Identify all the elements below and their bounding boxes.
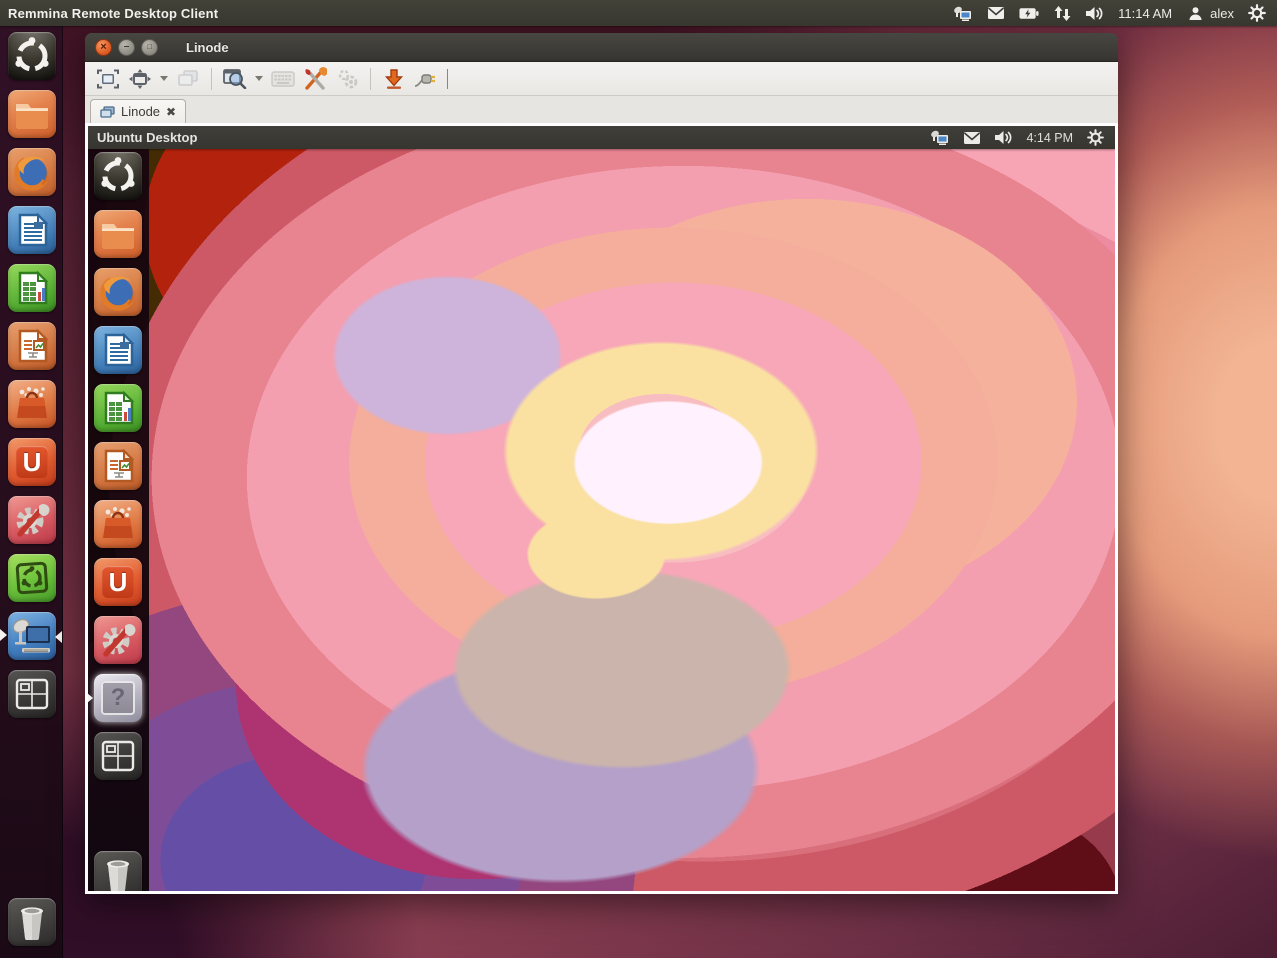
window-maximize-button[interactable]: □	[141, 39, 158, 56]
scaled-mode-dropdown[interactable]	[252, 65, 266, 93]
screen: Remmina Remote Desktop Client	[0, 0, 1277, 958]
host-top-panel: Remmina Remote Desktop Client	[0, 0, 1277, 26]
mail-indicator-icon[interactable]	[962, 129, 982, 146]
volume-indicator-icon[interactable]	[994, 129, 1014, 146]
window-close-button[interactable]: ×	[95, 39, 112, 56]
toolbar-separator	[370, 68, 371, 90]
launcher-item-ubuntu-dash[interactable]	[8, 32, 56, 80]
tab-linode[interactable]: Linode ✖	[90, 99, 186, 123]
minimize-icon: –	[124, 42, 130, 52]
remote-launcher-item-ubuntu-one[interactable]: U	[94, 558, 142, 606]
launcher-item-ubuntu-software-center[interactable]	[8, 380, 56, 428]
launcher-item-firefox[interactable]	[8, 148, 56, 196]
mail-indicator-icon[interactable]	[986, 5, 1006, 22]
launcher-item-remmina[interactable]	[8, 612, 56, 660]
remote-launcher-item-home-folder[interactable]	[94, 210, 142, 258]
fit-window-dropdown[interactable]	[157, 65, 171, 93]
toolbar-separator	[211, 68, 212, 90]
ubuntu-one-icon: U	[16, 446, 48, 478]
launcher-item-home-folder[interactable]	[8, 90, 56, 138]
launcher-item-workspace-switcher[interactable]	[8, 670, 56, 718]
remmina-toolbar	[85, 62, 1118, 96]
remote-launcher-item-trash[interactable]	[94, 851, 142, 891]
remote-clock[interactable]: 4:14 PM	[1026, 131, 1073, 145]
remote-launcher-item-firefox[interactable]	[94, 268, 142, 316]
remote-unity-launcher: U ?	[88, 149, 149, 891]
launcher-item-ubuntu-software[interactable]	[8, 554, 56, 602]
settings-button	[332, 65, 362, 93]
window-titlebar[interactable]: × – □ Linode	[85, 33, 1118, 62]
battery-indicator-icon[interactable]	[1019, 5, 1039, 22]
tab-label: Linode	[121, 104, 160, 119]
remote-indicator-tray: 4:14 PM	[930, 129, 1115, 146]
switch-tab-button	[173, 65, 203, 93]
remote-desktop[interactable]: Ubuntu Desktop	[88, 126, 1115, 891]
window-minimize-button[interactable]: –	[118, 39, 135, 56]
fullscreen-button[interactable]	[93, 65, 123, 93]
ubuntu-one-icon: U	[102, 566, 134, 598]
remote-launcher-item-libreoffice-calc[interactable]	[94, 384, 142, 432]
remote-launcher-item-unknown-application[interactable]: ?	[94, 674, 142, 722]
disconnect-button[interactable]	[411, 65, 441, 93]
active-app-title: Remmina Remote Desktop Client	[0, 6, 218, 21]
remote-launcher-item-libreoffice-writer[interactable]	[94, 326, 142, 374]
toolbar-end-separator	[447, 69, 448, 89]
tab-close-icon[interactable]: ✖	[166, 106, 176, 118]
remote-launcher-item-libreoffice-impress[interactable]	[94, 442, 142, 490]
minimize-to-tray-button[interactable]	[379, 65, 409, 93]
launcher-item-libreoffice-writer[interactable]	[8, 206, 56, 254]
remote-session-viewport[interactable]: Ubuntu Desktop	[85, 123, 1118, 894]
focused-window-arrow	[88, 692, 93, 704]
launcher-item-system-settings[interactable]	[8, 496, 56, 544]
host-indicator-tray: 11:14 AM alex	[953, 5, 1277, 22]
user-menu[interactable]: alex	[1185, 5, 1234, 22]
launcher-item-libreoffice-impress[interactable]	[8, 322, 56, 370]
tools-button[interactable]	[300, 65, 330, 93]
session-gear-icon[interactable]	[1085, 129, 1105, 146]
running-indicator-arrow	[0, 629, 7, 641]
remote-launcher-item-workspace-switcher[interactable]	[94, 732, 142, 780]
tab-window-icon	[100, 106, 115, 118]
remote-wallpaper[interactable]	[88, 126, 1115, 891]
maximize-icon: □	[147, 43, 152, 51]
tab-bar: Linode ✖	[85, 96, 1118, 123]
username: alex	[1210, 6, 1234, 21]
remote-launcher-item-ubuntu-dash[interactable]	[94, 152, 142, 200]
launcher-item-trash[interactable]	[8, 898, 56, 946]
remmina-window: × – □ Linode	[85, 33, 1118, 894]
user-icon	[1185, 5, 1205, 22]
launcher-item-ubuntu-one[interactable]: U	[8, 438, 56, 486]
fit-window-button[interactable]	[125, 65, 155, 93]
host-clock[interactable]: 11:14 AM	[1118, 6, 1172, 21]
remote-desktop-indicator-icon[interactable]	[930, 129, 950, 146]
launcher-item-libreoffice-calc[interactable]	[8, 264, 56, 312]
scaled-mode-button[interactable]	[220, 65, 250, 93]
remote-panel-title: Ubuntu Desktop	[88, 130, 197, 145]
volume-indicator-icon[interactable]	[1085, 5, 1105, 22]
session-gear-icon[interactable]	[1247, 5, 1267, 22]
remote-launcher-item-system-settings[interactable]	[94, 616, 142, 664]
network-traffic-indicator-icon[interactable]	[1052, 5, 1072, 22]
remote-desktop-indicator-icon[interactable]	[953, 5, 973, 22]
close-icon: ×	[100, 42, 106, 53]
focused-app-arrow	[55, 631, 62, 643]
host-unity-launcher: U	[0, 26, 63, 958]
remote-launcher-item-ubuntu-software-center[interactable]	[94, 500, 142, 548]
window-title: Linode	[186, 40, 229, 55]
remote-top-panel: Ubuntu Desktop	[88, 126, 1115, 149]
grab-keyboard-button	[268, 65, 298, 93]
